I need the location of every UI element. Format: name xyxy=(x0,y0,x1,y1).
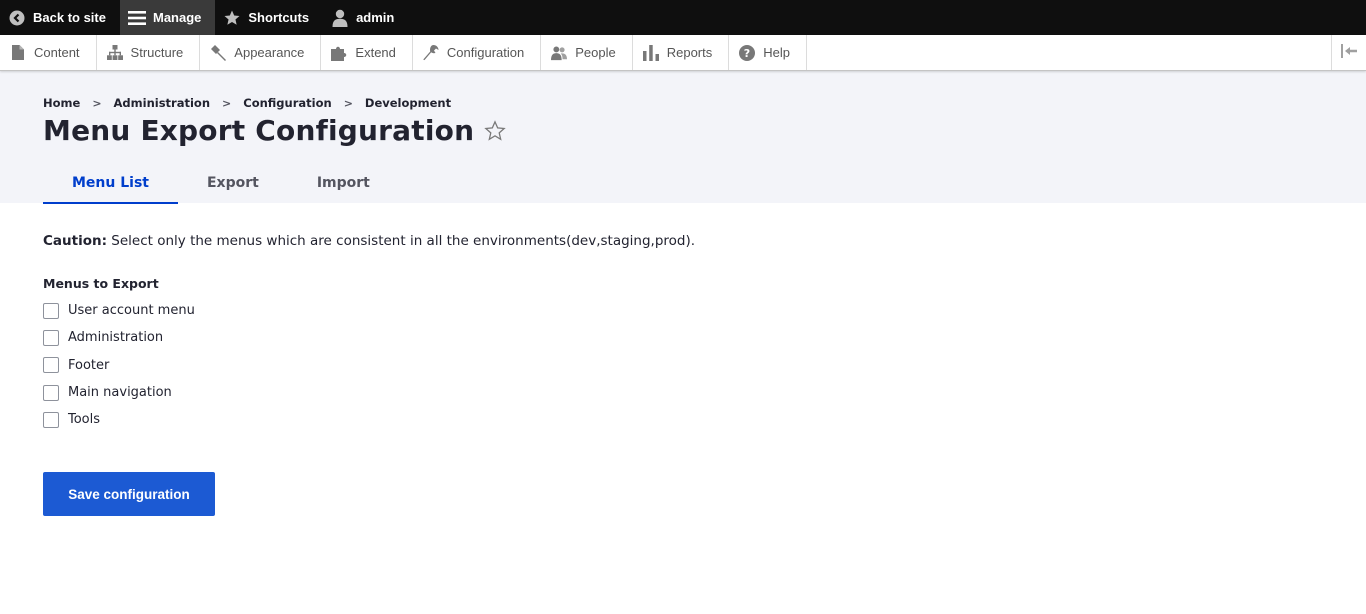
back-to-site-label: Back to site xyxy=(33,10,106,25)
checkbox-main-navigation[interactable] xyxy=(43,384,59,401)
primary-tabs: Menu List Export Import xyxy=(43,165,1323,204)
tray-item-label: People xyxy=(575,45,616,60)
shortcuts-tab[interactable]: Shortcuts xyxy=(215,0,323,35)
breadcrumb-configuration[interactable]: Configuration xyxy=(243,96,331,110)
breadcrumb: Home > Administration > Configuration > … xyxy=(43,96,1323,110)
tab-export[interactable]: Export xyxy=(178,165,288,204)
tray-item-label: Extend xyxy=(355,45,396,60)
chevron-right-icon: > xyxy=(222,96,232,110)
checkbox-row: Footer xyxy=(43,352,1323,379)
shortcuts-label: Shortcuts xyxy=(248,10,310,25)
page-header: Home > Administration > Configuration > … xyxy=(0,71,1366,204)
tray-item-label: Help xyxy=(763,45,790,60)
tray-item-structure[interactable]: Structure xyxy=(97,35,201,70)
add-shortcut-star-icon[interactable] xyxy=(484,119,506,142)
checkbox-row: Administration xyxy=(43,324,1323,351)
checkbox-row: Tools xyxy=(43,406,1323,433)
tab-menu-list[interactable]: Menu List xyxy=(43,165,178,204)
checkbox-row: User account menu xyxy=(43,297,1323,324)
save-configuration-button[interactable]: Save configuration xyxy=(43,472,215,517)
caution-text: Select only the menus which are consiste… xyxy=(107,233,696,249)
help-icon: ? xyxy=(739,44,756,61)
wrench-icon xyxy=(423,44,439,61)
tray-item-label: Configuration xyxy=(446,45,525,60)
checkbox-row: Main navigation xyxy=(43,379,1323,406)
sitemap-icon xyxy=(106,45,123,61)
file-icon xyxy=(10,45,26,61)
puzzle-icon xyxy=(331,45,347,61)
people-icon xyxy=(551,45,568,61)
checkbox-footer[interactable] xyxy=(43,357,59,374)
tray-item-label: Structure xyxy=(130,45,184,60)
main-content: Caution: Select only the menus which are… xyxy=(0,203,1366,546)
admin-toolbar: Back to site Manage Shortcuts admin xyxy=(0,0,1366,35)
checkbox-label[interactable]: Tools xyxy=(68,412,100,427)
menus-to-export-legend: Menus to Export xyxy=(43,276,159,291)
breadcrumb-home[interactable]: Home xyxy=(43,96,80,110)
tray-item-extend[interactable]: Extend xyxy=(321,35,413,70)
breadcrumb-development[interactable]: Development xyxy=(365,96,451,110)
caution-message: Caution: Select only the menus which are… xyxy=(43,233,1323,249)
user-label: admin xyxy=(356,10,395,25)
tray-item-content[interactable]: Content xyxy=(0,35,97,70)
chevron-right-icon: > xyxy=(343,96,353,110)
menu-bars-icon xyxy=(127,9,146,27)
tray-item-appearance[interactable]: Appearance xyxy=(200,35,322,70)
tray-item-label: Content xyxy=(34,45,80,60)
bar-chart-icon xyxy=(642,44,659,61)
caution-label: Caution: xyxy=(43,233,107,249)
star-icon xyxy=(223,9,241,27)
svg-text:?: ? xyxy=(744,47,750,60)
breadcrumb-administration[interactable]: Administration xyxy=(114,96,211,110)
tray-item-reports[interactable]: Reports xyxy=(633,35,730,70)
checkbox-label[interactable]: Administration xyxy=(68,330,163,345)
title-row: Menu Export Configuration xyxy=(43,114,1323,147)
back-to-site-link[interactable]: Back to site xyxy=(0,0,120,35)
checkbox-administration[interactable] xyxy=(43,329,59,346)
manage-tab[interactable]: Manage xyxy=(119,0,216,35)
back-arrow-icon xyxy=(8,9,26,27)
tray-item-people[interactable]: People xyxy=(541,35,633,70)
tray-orientation-toggle[interactable] xyxy=(1331,35,1366,70)
tray-item-label: Reports xyxy=(666,45,713,60)
checkbox-label[interactable]: User account menu xyxy=(68,303,195,318)
tray-item-configuration[interactable]: Configuration xyxy=(413,35,542,70)
admin-tray: Content Structure Appearance Extend Conf… xyxy=(0,35,1366,71)
user-icon xyxy=(331,9,349,27)
brush-icon xyxy=(210,44,227,61)
tray-item-help[interactable]: ? Help xyxy=(729,35,807,70)
manage-label: Manage xyxy=(152,10,202,25)
tab-import[interactable]: Import xyxy=(288,165,399,204)
checkbox-label[interactable]: Main navigation xyxy=(68,385,172,400)
checkbox-tools[interactable] xyxy=(43,411,59,428)
collapse-tray-icon xyxy=(1341,43,1357,62)
tray-item-label: Appearance xyxy=(234,45,305,60)
page-title: Menu Export Configuration xyxy=(43,114,475,147)
user-tab[interactable]: admin xyxy=(323,0,408,35)
checkbox-label[interactable]: Footer xyxy=(68,358,109,373)
chevron-right-icon: > xyxy=(92,96,102,110)
checkbox-user-account-menu[interactable] xyxy=(43,302,59,319)
menus-checklist: User account menu Administration Footer … xyxy=(43,297,1323,433)
